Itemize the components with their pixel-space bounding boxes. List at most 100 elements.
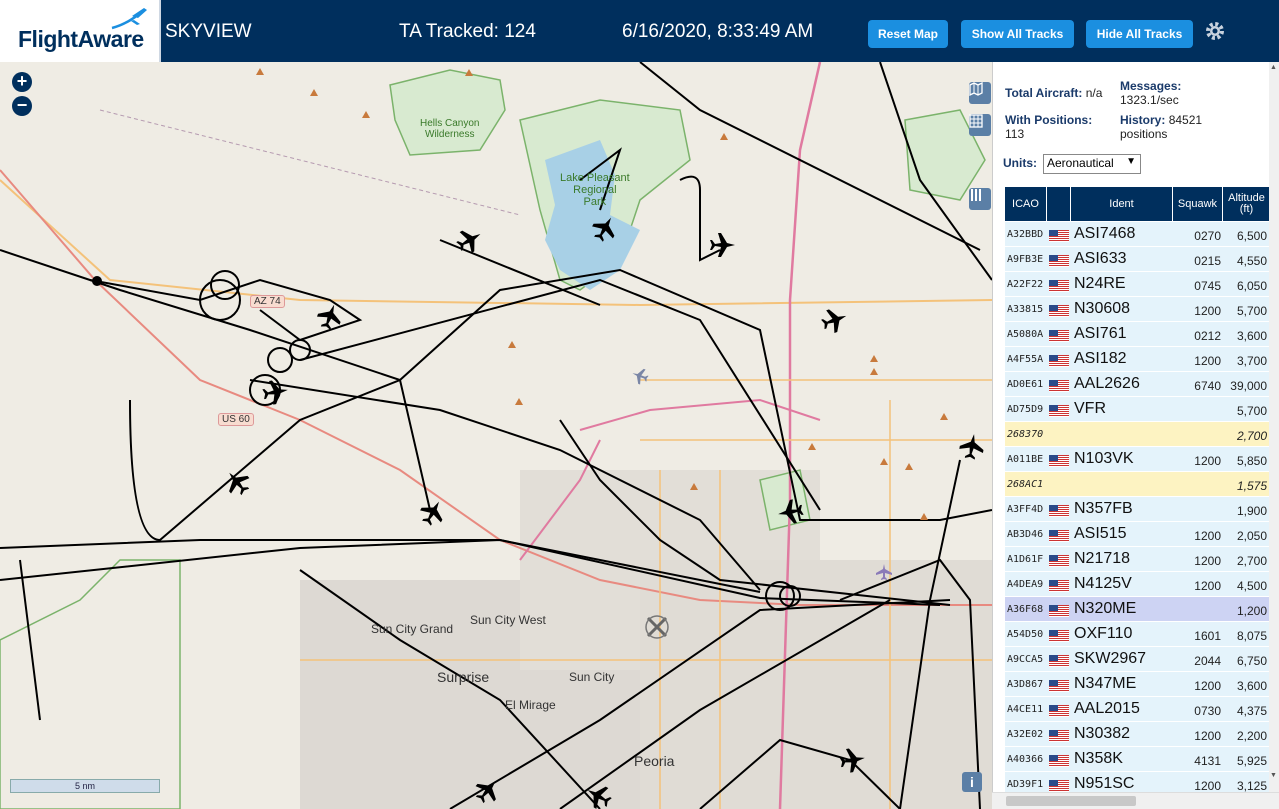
squawk-cell: 1601 — [1194, 629, 1221, 643]
tracked-count: TA Tracked: 124 — [399, 21, 536, 42]
peoria-label: Peoria — [634, 753, 675, 769]
table-row[interactable]: A32BBD ASI7468 0270 6,500 — [1005, 222, 1270, 247]
icao-cell: 268AC1 — [1007, 479, 1044, 490]
squawk-cell: 0745 — [1194, 279, 1221, 293]
altitude-cell: 1,200 — [1236, 604, 1267, 618]
scroll-down-icon[interactable]: ▼ — [1270, 772, 1278, 780]
scroll-thumb[interactable] — [1006, 796, 1136, 806]
col-icao-header[interactable]: ICAO — [1005, 187, 1047, 221]
table-row[interactable]: A1D61F N21718 1200 2,700 — [1005, 547, 1270, 572]
altitude-cell: 3,600 — [1236, 679, 1267, 693]
table-row[interactable]: A32E02 N30382 1200 2,200 — [1005, 722, 1270, 747]
table-row[interactable]: A011BE N103VK 1200 5,850 — [1005, 447, 1270, 472]
columns-toggle-icon[interactable] — [969, 188, 991, 210]
history-unit: positions — [1120, 127, 1168, 141]
lake-pleasant-label: Lake Pleasant Regional Park — [560, 172, 630, 208]
ident-cell: ASI182 — [1074, 350, 1127, 367]
total-aircraft-label: Total Aircraft: — [1005, 86, 1083, 100]
zoom-out-button[interactable]: − — [12, 96, 32, 116]
messages-value: 1323.1/sec — [1120, 93, 1179, 107]
table-row[interactable]: A3FF4D N357FB 1,900 — [1005, 497, 1270, 522]
table-row[interactable]: 268AC1 1,575 — [1005, 472, 1270, 497]
us-flag-icon — [1049, 604, 1069, 617]
icao-cell: A9CCA5 — [1007, 654, 1044, 665]
logo-text: FlightAware — [18, 26, 144, 52]
ident-cell: N951SC — [1074, 775, 1135, 792]
table-row[interactable]: A9FB3E ASI633 0215 4,550 — [1005, 247, 1270, 272]
aircraft-table-header: ICAO Ident Squawk Altitude (ft) — [1005, 187, 1270, 221]
us-flag-icon — [1049, 454, 1069, 467]
table-row[interactable]: A5080A ASI761 0212 3,600 — [1005, 322, 1270, 347]
el-mirage-label: El Mirage — [505, 698, 556, 712]
table-row[interactable]: A33815 N30608 1200 5,700 — [1005, 297, 1270, 322]
ident-cell: N103VK — [1074, 450, 1134, 467]
units-select[interactable]: Aeronautical ▼ — [1043, 154, 1141, 174]
altitude-cell: 4,550 — [1236, 254, 1267, 268]
scroll-up-icon[interactable]: ▲ — [1270, 64, 1278, 72]
icao-cell: AB3D46 — [1007, 529, 1044, 540]
icao-cell: A22F22 — [1007, 279, 1044, 290]
hells-canyon-label: Hells Canyon Wilderness — [420, 118, 480, 140]
ident-cell: N357FB — [1074, 500, 1133, 517]
us-flag-icon — [1049, 529, 1069, 542]
table-row[interactable]: AB3D46 ASI515 1200 2,050 — [1005, 522, 1270, 547]
ident-cell: N4125V — [1074, 575, 1132, 592]
altitude-cell: 2,700 — [1236, 429, 1267, 443]
col-flag-header[interactable] — [1047, 187, 1071, 221]
us-flag-icon — [1049, 279, 1069, 292]
altitude-cell: 3,125 — [1236, 779, 1267, 793]
with-positions-label: With Positions: — [1005, 113, 1093, 127]
squawk-cell: 1200 — [1194, 354, 1221, 368]
info-icon[interactable]: i — [962, 772, 982, 792]
col-altitude-header[interactable]: Altitude (ft) — [1223, 187, 1270, 221]
table-row[interactable]: AD0E61 AAL2626 6740 39,000 — [1005, 372, 1270, 397]
table-row[interactable]: A3D867 N347ME 1200 3,600 — [1005, 672, 1270, 697]
show-all-tracks-button[interactable]: Show All Tracks — [961, 20, 1074, 48]
altitude-cell: 2,050 — [1236, 529, 1267, 543]
altitude-cell: 5,850 — [1236, 454, 1267, 468]
col-squawk-header[interactable]: Squawk — [1173, 187, 1223, 221]
history-stat: History: 84521 positions — [1120, 113, 1202, 141]
us-flag-icon — [1049, 379, 1069, 392]
grid-overlay-icon[interactable] — [969, 114, 991, 136]
altitude-cell: 4,375 — [1236, 704, 1267, 718]
table-row[interactable]: A22F22 N24RE 0745 6,050 — [1005, 272, 1270, 297]
reset-map-button[interactable]: Reset Map — [868, 20, 948, 48]
flightaware-logo[interactable]: FlightAware — [0, 0, 161, 62]
table-row[interactable]: A54D50 OXF110 1601 8,075 — [1005, 622, 1270, 647]
us-flag-icon — [1049, 704, 1069, 717]
table-row[interactable]: A4DEA9 N4125V 1200 4,500 — [1005, 572, 1270, 597]
us-flag-icon — [1049, 729, 1069, 742]
squawk-cell: 0215 — [1194, 254, 1221, 268]
us-flag-icon — [1049, 629, 1069, 642]
table-row[interactable]: 268370 2,700 — [1005, 422, 1270, 447]
icao-cell: A33815 — [1007, 304, 1044, 315]
ident-cell: N21718 — [1074, 550, 1131, 567]
ident-cell: ASI515 — [1074, 525, 1127, 542]
map-layers-icon[interactable] — [969, 82, 991, 104]
ident-cell: ASI633 — [1074, 250, 1127, 267]
table-row[interactable]: A9CCA5 SKW2967 2044 6,750 — [1005, 647, 1270, 672]
squawk-cell: 0270 — [1194, 229, 1221, 243]
table-row[interactable]: A36F68 N320ME 1,200 — [1005, 597, 1270, 622]
gear-icon[interactable] — [1203, 19, 1227, 43]
map-graphics — [0, 62, 992, 809]
zoom-in-button[interactable]: + — [12, 72, 32, 92]
aircraft-table-body: A32BBD ASI7468 0270 6,500 A9FB3E ASI633 0215 4,… — [1005, 222, 1270, 797]
altitude-cell: 2,700 — [1236, 554, 1267, 568]
panel-vertical-scrollbar[interactable]: ▲ ▼ — [1269, 62, 1279, 792]
az74-shield: AZ 74 — [250, 295, 285, 308]
icao-cell: A4F55A — [1007, 354, 1044, 365]
table-row[interactable]: A4CE11 AAL2015 0730 4,375 — [1005, 697, 1270, 722]
table-row[interactable]: A40366 N358K 4131 5,925 — [1005, 747, 1270, 772]
panel-horizontal-scrollbar[interactable] — [992, 792, 1279, 809]
table-row[interactable]: AD75D9 VFR 5,700 — [1005, 397, 1270, 422]
us-flag-icon — [1049, 654, 1069, 667]
chevron-down-icon: ▼ — [1126, 156, 1136, 167]
table-row[interactable]: A4F55A ASI182 1200 3,700 — [1005, 347, 1270, 372]
icao-cell: AD39F1 — [1007, 779, 1044, 790]
col-ident-header[interactable]: Ident — [1071, 187, 1173, 221]
map-canvas[interactable]: Hells Canyon Wilderness Lake Pleasant Re… — [0, 62, 992, 809]
hide-all-tracks-button[interactable]: Hide All Tracks — [1086, 20, 1193, 48]
ident-cell: ASI7468 — [1074, 225, 1136, 242]
